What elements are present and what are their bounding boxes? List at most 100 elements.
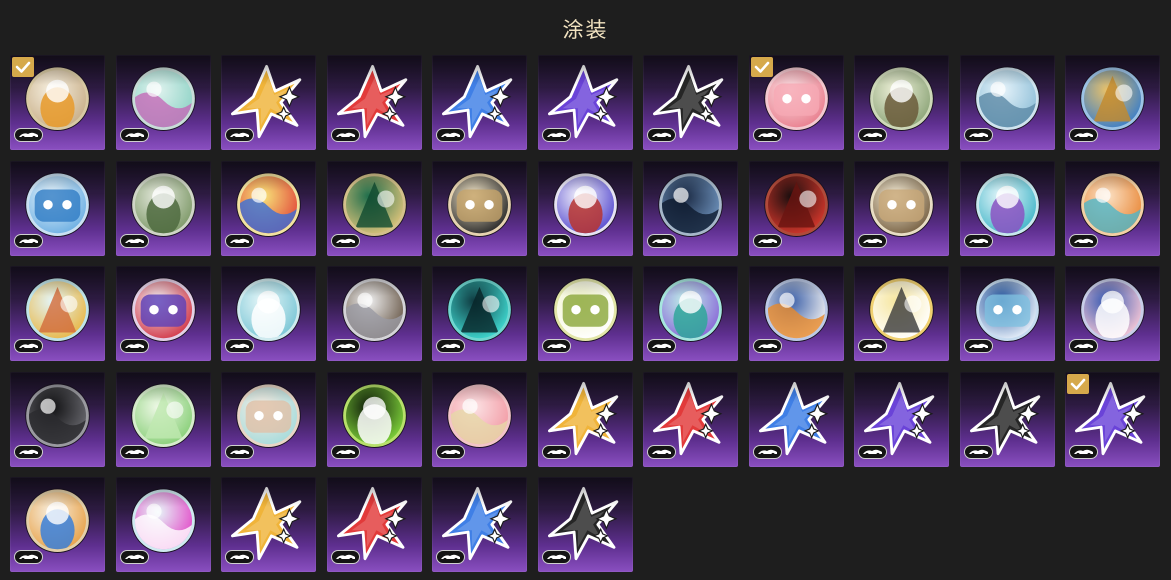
vehicle-badge-icon [963,233,993,248]
vehicle-badge-icon [647,128,676,142]
vehicle-badge-icon [14,550,43,564]
skin-tile-star-purple[interactable] [1065,371,1160,467]
skin-tile-skin-pink-cat[interactable] [115,477,211,572]
skin-tile-skin-cream-ring[interactable] [854,160,949,256]
vehicle-badge-icon [330,550,360,564]
skin-tile-skin-blue-waves[interactable] [10,160,105,256]
vehicle-badge-icon [119,444,149,459]
skin-tile-skin-blue-scene[interactable] [959,266,1055,361]
skin-tile-star-gold[interactable] [221,477,316,572]
skin-tile-star-red[interactable] [326,477,422,572]
vehicle-badge-icon [858,444,887,459]
skin-tile-skin-aqua-beast[interactable] [221,371,316,467]
skin-tile-star-gold[interactable] [221,55,316,150]
vehicle-badge-icon [647,339,676,353]
selected-check-icon [750,57,773,77]
skin-tile-skin-chibi-white[interactable] [10,477,105,572]
vehicle-badge-icon [541,444,571,459]
skin-tile-skin-penguin[interactable] [748,266,844,361]
vehicle-badge-icon [541,550,571,564]
skin-tile-star-red[interactable] [643,371,738,467]
vehicle-badge-icon [963,339,993,353]
vehicle-badge-icon [436,550,465,564]
vehicle-badge-icon [858,128,887,142]
vehicle-badge-icon [858,233,887,248]
vehicle-badge-icon [119,550,149,564]
skin-tile-skin-yellow-comic[interactable] [221,160,316,256]
skin-tile-star-purple[interactable] [854,371,949,467]
skin-tile-skin-orange-mech[interactable] [1065,160,1160,256]
skin-tile-star-gold[interactable] [537,371,633,467]
vehicle-badge-icon [1069,233,1098,248]
skin-tile-star-blue[interactable] [432,55,527,150]
skin-tile-skin-dark-tree[interactable] [643,160,738,256]
vehicle-badge-icon [225,550,254,564]
vehicle-badge-icon [963,128,993,142]
vehicle-badge-icon [119,339,149,353]
skin-tile-star-red[interactable] [326,55,422,150]
page-title: 涂装 [562,18,609,42]
skin-tile-skin-pink-beast[interactable] [432,371,527,467]
skin-tile-skin-cyan-creature[interactable] [959,160,1055,256]
skin-tile-star-blue[interactable] [748,371,844,467]
vehicle-badge-icon [752,128,782,142]
vehicle-badge-icon [225,128,254,142]
skin-tile-skin-robot-green[interactable] [854,55,949,150]
vehicle-badge-icon [14,233,43,248]
vehicle-badge-icon [436,444,465,459]
vehicle-badge-icon [1069,128,1098,142]
vehicle-badge-icon [14,444,43,459]
skin-tile-skin-ghost-teal[interactable] [221,266,316,361]
skin-tile-skin-red-dark[interactable] [748,160,844,256]
vehicle-badge-icon [119,233,149,248]
vehicle-badge-icon [330,128,360,142]
skin-tile-skin-beige-logo[interactable] [432,160,527,256]
vehicle-badge-icon [752,444,782,459]
skin-tile-skin-space-teal[interactable] [643,266,738,361]
skin-tile-skin-green-trio[interactable] [115,160,211,256]
vehicle-badge-icon [647,233,676,248]
skin-tile-skin-cow-gold[interactable] [854,266,949,361]
vehicle-badge-icon [752,339,782,353]
skin-tile-star-black[interactable] [643,55,738,150]
vehicle-badge-icon [330,444,360,459]
skin-tile-skin-white-crest[interactable] [537,160,633,256]
selected-check-icon [12,57,34,77]
vehicle-badge-icon [330,233,360,248]
skin-tile-skin-teal-hex[interactable] [432,266,527,361]
skin-grid [10,55,1170,575]
skin-tile-skin-green-glitch[interactable] [326,371,422,467]
vehicle-badge-icon [963,444,993,459]
vehicle-badge-icon [436,233,465,248]
vehicle-badge-icon [541,128,571,142]
skin-tile-skin-pink-chibi[interactable] [1065,266,1160,361]
skin-tile-star-purple[interactable] [537,55,633,150]
vehicle-badge-icon [1069,339,1098,353]
skin-tile-skin-dark-knight[interactable] [10,371,105,467]
skin-tile-star-blue[interactable] [432,477,527,572]
vehicle-badge-icon [119,128,149,142]
skin-tile-skin-gold-wave[interactable] [1065,55,1160,150]
skin-tile-skin-white-orb[interactable] [326,266,422,361]
skin-tile-skin-blonde-chibi[interactable] [10,266,105,361]
vehicle-badge-icon [541,339,571,353]
skin-tile-star-black[interactable] [959,371,1055,467]
vehicle-badge-icon [436,339,465,353]
skin-tile-skin-stripe-red[interactable] [115,266,211,361]
skin-tile-star-black[interactable] [537,477,633,572]
skin-tile-skin-light-blue[interactable] [959,55,1055,150]
selected-check-icon [1067,373,1089,394]
vehicle-badge-icon [225,444,254,459]
skin-tile-skin-bunny-yellow[interactable] [537,266,633,361]
vehicle-badge-icon [225,339,254,353]
skin-tile-skin-teal-swirl[interactable] [115,55,211,150]
skin-tile-skin-chibi-white[interactable] [10,55,105,150]
skin-tile-skin-mint-ghost[interactable] [115,371,211,467]
skin-tile-skin-green-emblem[interactable] [326,160,422,256]
vehicle-badge-icon [225,233,254,248]
skin-tile-skin-pink-girl[interactable] [748,55,844,150]
vehicle-badge-icon [858,339,887,353]
vehicle-badge-icon [1069,444,1098,459]
vehicle-badge-icon [14,339,43,353]
vehicle-badge-icon [752,233,782,248]
